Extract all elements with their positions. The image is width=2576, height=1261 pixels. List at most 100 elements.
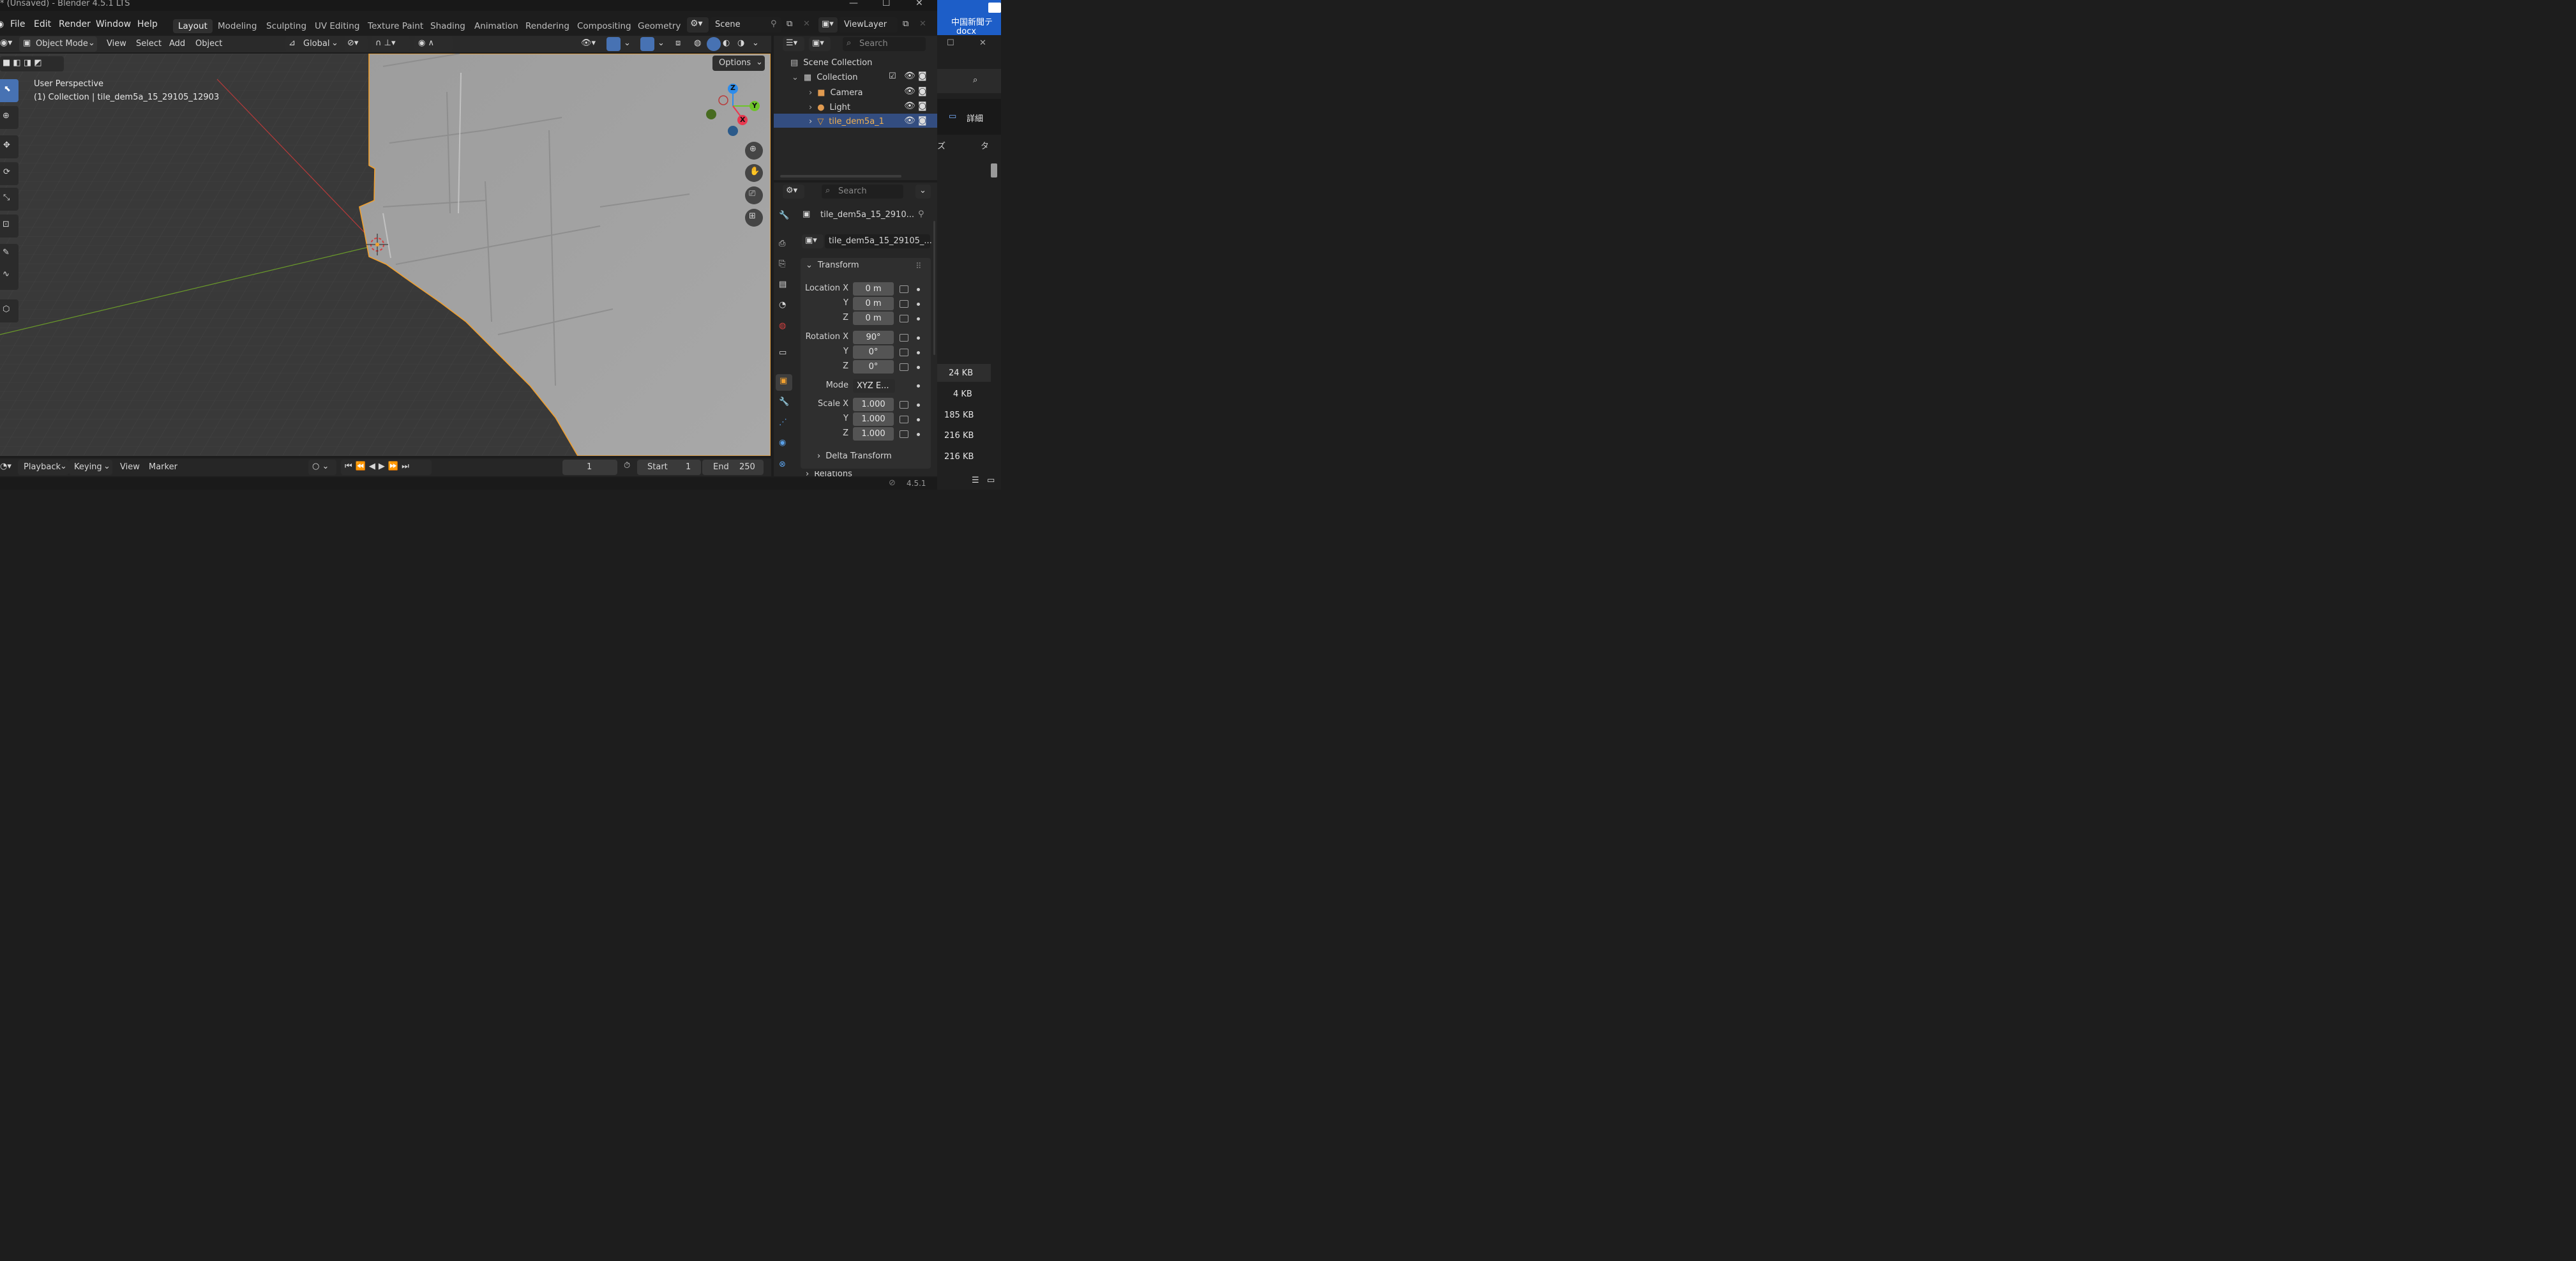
transform-header[interactable]: ⌄ Transform [806, 261, 859, 270]
background-search-box[interactable]: ⌕ [937, 69, 1001, 93]
rotation-y-field[interactable]: 0° [853, 345, 894, 359]
add-cube-tool[interactable]: ⬡ [0, 299, 19, 322]
tree-scene-collection[interactable]: ▤ Scene Collection [790, 56, 872, 69]
lock-icon[interactable] [900, 315, 908, 322]
tab-rendering[interactable]: Rendering [520, 19, 575, 33]
menu-select[interactable]: Select [136, 39, 162, 49]
pin-icon[interactable]: ⚲ [918, 209, 924, 219]
navigation-gizmo[interactable]: Z Y X [701, 82, 765, 139]
lock-icon[interactable] [900, 334, 908, 342]
rotation-x-field[interactable]: 90° [853, 331, 894, 344]
eye-icon[interactable]: 👁 [904, 101, 915, 111]
rendered-shading-icon[interactable]: ◑ [737, 38, 744, 48]
keyframe-dot-icon[interactable] [917, 366, 920, 369]
scene-tab-icon[interactable]: ◔ [779, 300, 786, 310]
keying-dropdown[interactable]: Keying ⌄ [69, 460, 112, 475]
keyframe-dot-icon[interactable] [917, 418, 920, 421]
location-y-field[interactable]: 0 m [853, 297, 894, 310]
chevron-down-icon[interactable]: ⌄ [752, 38, 759, 48]
new-viewlayer-icon[interactable]: ⧉ [903, 19, 908, 29]
physics-tab-icon[interactable]: ◉ [779, 438, 786, 448]
rotate-tool[interactable]: ⟳ [0, 162, 19, 185]
properties-editor-type[interactable]: ⚙▾ [783, 185, 804, 199]
tab-uv-editing[interactable]: UV Editing [310, 19, 365, 33]
output-tab-icon[interactable]: ⎘ [779, 259, 785, 269]
tab-shading[interactable]: Shading [425, 19, 471, 33]
new-scene-icon[interactable]: ⧉ [787, 19, 792, 29]
menu-edit[interactable]: Edit [34, 19, 51, 29]
eye-icon[interactable]: 👁 [904, 86, 915, 96]
remove-viewlayer-icon[interactable]: ✕ [919, 19, 926, 29]
scale-y-field[interactable]: 1.000 [853, 412, 894, 426]
editor-type-icon[interactable]: ◔▾ [0, 462, 11, 471]
chevron-down-icon[interactable]: ⌄ [624, 38, 631, 48]
keyframe-dot-icon[interactable] [917, 288, 920, 291]
scale-x-field[interactable]: 1.000 [853, 398, 894, 411]
visibility-icon[interactable]: 👁▾ [581, 38, 596, 48]
location-x-field[interactable]: 0 m [853, 282, 894, 296]
collection-tab-icon[interactable]: ▭ [779, 348, 787, 358]
camera-render-icon[interactable]: ◙ [918, 71, 927, 81]
eye-icon[interactable]: 👁 [904, 116, 915, 126]
world-tab-icon[interactable]: ◍ [779, 321, 786, 331]
tab-modeling[interactable]: Modeling [213, 19, 262, 33]
current-frame-field[interactable]: 1 [562, 460, 617, 475]
outliner-search-input[interactable]: ⌕ Search [843, 37, 926, 51]
background-scrollbar[interactable] [991, 163, 997, 177]
transform-tool[interactable]: ⊡ [0, 215, 19, 238]
lock-icon[interactable] [900, 285, 908, 293]
annotate-tools[interactable]: ✎ ∿ [0, 244, 19, 290]
checkbox-icon[interactable]: ☑ [889, 72, 896, 81]
wireframe-shading-icon[interactable]: ◍ [694, 38, 701, 48]
menu-add[interactable]: Add [169, 39, 185, 49]
scale-tool[interactable]: ⤡ [0, 188, 19, 211]
viewlayer-selector-button[interactable]: ▣▾ [818, 17, 838, 33]
selection-mode-buttons[interactable]: ■ ◧ ◨ ◩ [0, 56, 64, 72]
properties-search-input[interactable]: ⌕ Search [822, 185, 903, 199]
tile-view-icon[interactable]: ▭ [987, 476, 995, 485]
camera-render-icon[interactable]: ◙ [918, 101, 927, 111]
menu-view[interactable]: View [107, 39, 126, 49]
lock-icon[interactable] [900, 416, 908, 423]
keyframe-dot-icon[interactable] [917, 404, 920, 407]
mode-dropdown[interactable]: ▣ Object Mode ⌄ [19, 36, 97, 52]
grid-view-icon[interactable]: ⊞ [745, 209, 763, 227]
vertical-scrollbar[interactable] [933, 221, 935, 355]
auto-keying-button[interactable]: ○ ⌄ [308, 460, 336, 475]
clock-icon[interactable]: ⏱ [624, 461, 630, 471]
playback-dropdown[interactable]: Playback ⌄ [18, 460, 69, 475]
chevron-down-icon[interactable]: ⌄ [792, 73, 799, 82]
end-frame-field[interactable]: End 250 [702, 460, 764, 475]
tree-item-mesh[interactable]: › ▽ tile_dem5a_1 [809, 115, 884, 128]
camera-render-icon[interactable]: ◙ [918, 116, 927, 126]
timeline-view-menu[interactable]: View [120, 462, 140, 472]
cursor-tool[interactable]: ⊕ [0, 106, 19, 129]
lock-icon[interactable] [900, 349, 908, 356]
keyframe-dot-icon[interactable] [917, 433, 920, 436]
tab-layout[interactable]: Layout [173, 19, 213, 33]
scene-selector-button[interactable]: ⚙▾ [687, 17, 709, 33]
keyframe-dot-icon[interactable] [917, 303, 920, 306]
rotation-z-field[interactable]: 0° [853, 360, 894, 374]
xray-toggle-icon[interactable]: ⧈ [675, 38, 681, 48]
close-icon[interactable]: ✕ [979, 38, 986, 48]
menu-object[interactable]: Object [195, 39, 222, 49]
menu-window[interactable]: Window [96, 19, 131, 29]
remove-scene-icon[interactable]: ✕ [803, 19, 810, 29]
overlay-toggle-icon[interactable] [640, 37, 654, 51]
tab-sculpting[interactable]: Sculpting [261, 19, 312, 33]
chevron-down-icon[interactable]: ⌄ [658, 38, 665, 48]
tab-compositing[interactable]: Compositing [572, 19, 636, 33]
tree-item-camera[interactable]: › ■ Camera [809, 86, 863, 99]
delta-transform-header[interactable]: › Delta Transform [817, 451, 892, 461]
lock-icon[interactable] [900, 430, 908, 438]
object-tab-selected[interactable]: ▣ [776, 374, 792, 391]
playback-controls[interactable]: ⏮⏪◀▶⏩⏭ [341, 460, 432, 475]
minimize-icon[interactable]: — [849, 0, 858, 8]
scale-z-field[interactable]: 1.000 [853, 427, 894, 441]
tab-texture-paint[interactable]: Texture Paint [363, 19, 428, 33]
horizontal-scrollbar[interactable] [780, 175, 901, 177]
proportional-editing-button[interactable]: ◉ ∧ [414, 36, 453, 52]
camera-view-icon[interactable]: ⎚ [745, 186, 763, 204]
outliner-display-mode[interactable]: ▣▾ [809, 37, 831, 51]
